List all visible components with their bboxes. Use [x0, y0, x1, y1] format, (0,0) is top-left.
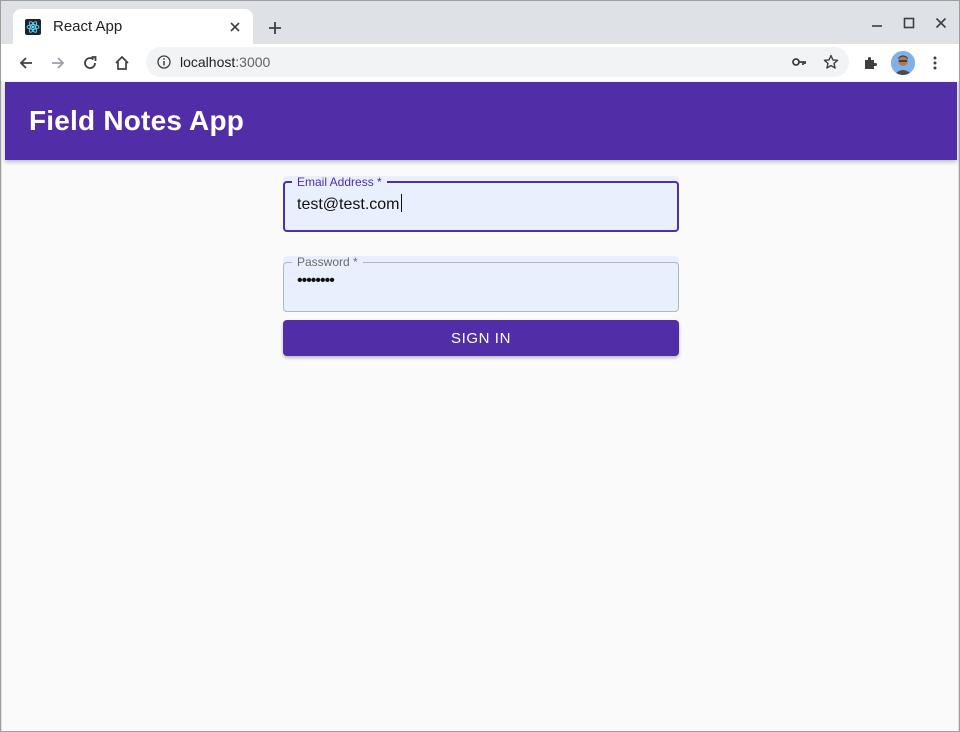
app-bar: Field Notes App	[5, 82, 957, 160]
email-value-text: test@test.com	[297, 196, 400, 213]
minimize-icon[interactable]	[865, 13, 889, 33]
email-field-value: test@test.com	[297, 194, 402, 214]
home-icon[interactable]	[108, 49, 136, 77]
text-cursor	[400, 194, 402, 212]
password-field-label: Password *	[297, 255, 358, 269]
info-icon[interactable]	[156, 54, 172, 70]
react-logo-icon	[25, 18, 41, 35]
email-field-label: Email Address *	[297, 175, 382, 189]
new-tab-icon[interactable]	[263, 16, 287, 40]
tab-close-icon[interactable]	[225, 17, 245, 37]
address-bar[interactable]: localhost:3000	[146, 47, 849, 77]
tab-strip: React App	[1, 1, 959, 44]
reload-icon[interactable]	[76, 49, 104, 77]
url-host: localhost	[180, 54, 236, 70]
password-field-outline: Password *	[283, 256, 679, 312]
star-icon[interactable]	[820, 51, 842, 73]
url-text: localhost:3000	[180, 54, 270, 70]
maximize-icon[interactable]	[897, 13, 921, 33]
key-icon[interactable]	[788, 51, 810, 73]
browser-toolbar: localhost:3000	[1, 44, 959, 81]
extensions-icon[interactable]	[856, 49, 884, 77]
password-field[interactable]: Password * ••••••••	[283, 256, 679, 312]
browser-window: React App localhost:3000 Field Notes App…	[0, 0, 960, 732]
menu-dots-icon[interactable]	[921, 49, 949, 77]
sign-in-button[interactable]: SIGN IN	[283, 320, 679, 356]
page-viewport: Field Notes App Email Address * test@tes…	[2, 81, 958, 731]
email-field[interactable]: Email Address * test@test.com	[283, 176, 679, 232]
forward-icon[interactable]	[44, 49, 72, 77]
browser-tab[interactable]: React App	[13, 9, 253, 44]
back-icon[interactable]	[12, 49, 40, 77]
password-field-value: ••••••••	[297, 272, 335, 289]
tab-title: React App	[53, 18, 123, 35]
close-icon[interactable]	[929, 13, 953, 33]
url-port: :3000	[235, 54, 271, 70]
app-title: Field Notes App	[29, 105, 245, 136]
profile-avatar[interactable]	[891, 51, 915, 75]
